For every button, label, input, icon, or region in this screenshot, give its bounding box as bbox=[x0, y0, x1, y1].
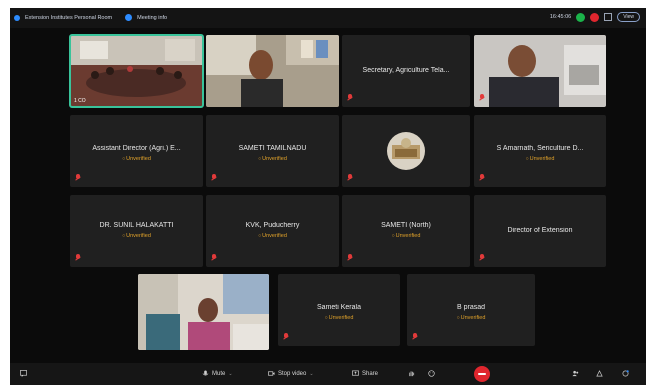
status-red-icon[interactable] bbox=[590, 12, 600, 22]
top-right-controls: 16:45:06 View bbox=[550, 12, 640, 22]
mute-button[interactable]: Mute ⌄ bbox=[202, 370, 233, 377]
participant-name: Secretary, Agriculture Tela... bbox=[362, 67, 450, 74]
participant-name: Assistant Director (Agri.) E... bbox=[92, 145, 181, 152]
participant-tile-5[interactable]: Assistant Director (Agri.) E... Unverifi… bbox=[70, 115, 203, 187]
tile-caption: 1 CO bbox=[74, 98, 86, 104]
meeting-toolbar: Mute ⌄ Stop video ⌄ Share bbox=[10, 363, 646, 385]
participant-tile-11[interactable]: SAMETI (North) Unverified bbox=[342, 195, 470, 267]
end-call-button[interactable] bbox=[474, 366, 490, 382]
participant-name: SAMETI (North) bbox=[381, 222, 431, 229]
apps-icon bbox=[596, 370, 603, 377]
muted-mic-icon bbox=[480, 94, 485, 101]
muted-mic-icon bbox=[480, 174, 485, 181]
muted-mic-icon bbox=[480, 254, 485, 261]
participant-tile-2[interactable] bbox=[206, 35, 339, 107]
participant-tile-14[interactable]: Sameti Kerala Unverified bbox=[278, 274, 400, 346]
participant-tile-4[interactable] bbox=[474, 35, 606, 107]
avatar bbox=[387, 132, 425, 170]
share-label: Share bbox=[362, 370, 379, 377]
muted-mic-icon bbox=[284, 333, 289, 340]
participant-name: Sameti Kerala bbox=[317, 304, 361, 311]
muted-mic-icon bbox=[413, 333, 418, 340]
participants-button[interactable] bbox=[572, 370, 579, 377]
video-feed-person bbox=[206, 35, 339, 107]
muted-mic-icon bbox=[76, 174, 81, 181]
meeting-time: 16:45:06 bbox=[549, 14, 572, 20]
chat-icon bbox=[20, 370, 27, 377]
verification-status: Unverified bbox=[206, 156, 339, 162]
stop-video-label: Stop video bbox=[278, 370, 307, 377]
more-button[interactable] bbox=[622, 370, 629, 377]
participant-tile-8[interactable]: S Amarnath, Sericulture D... Unverified bbox=[474, 115, 606, 187]
verification-status: Unverified bbox=[206, 233, 339, 239]
raise-hand-button[interactable] bbox=[408, 370, 415, 377]
muted-mic-icon bbox=[76, 254, 81, 261]
participant-name: KVK, Puducherry bbox=[245, 222, 300, 229]
video-feed-conference-room bbox=[70, 35, 203, 107]
participant-tile-7[interactable] bbox=[342, 115, 470, 187]
status-green-icon[interactable] bbox=[576, 12, 586, 22]
reaction-icon bbox=[428, 370, 435, 377]
participant-tile-15[interactable]: B prasad Unverified bbox=[407, 274, 535, 346]
muted-mic-icon bbox=[348, 174, 353, 181]
participant-name: Director of Extension bbox=[507, 227, 573, 234]
participants-icon bbox=[572, 370, 579, 377]
participant-name: S Amarnath, Sericulture D... bbox=[496, 145, 584, 152]
muted-mic-icon bbox=[212, 174, 217, 181]
video-feed-person bbox=[138, 274, 269, 350]
chevron-down-icon[interactable]: ⌄ bbox=[228, 371, 232, 377]
participant-name: DR. SUNIL HALAKATTI bbox=[99, 222, 174, 229]
muted-mic-icon bbox=[348, 254, 353, 261]
participant-tile-12[interactable]: Director of Extension bbox=[474, 195, 606, 267]
verification-status: Unverified bbox=[407, 315, 535, 321]
participant-tile-10[interactable]: KVK, Puducherry Unverified bbox=[206, 195, 339, 267]
chat-button[interactable] bbox=[20, 370, 27, 377]
top-bar: Extension Institutes Personal Room Meeti… bbox=[10, 8, 646, 28]
participant-name: B prasad bbox=[456, 304, 486, 311]
grid-icon[interactable] bbox=[604, 13, 613, 21]
participant-tile-6[interactable]: SAMETI TAMILNADU Unverified bbox=[206, 115, 339, 187]
participant-tile-3[interactable]: Secretary, Agriculture Tela... bbox=[342, 35, 470, 107]
shield-icon[interactable] bbox=[125, 14, 133, 21]
participant-name: SAMETI TAMILNADU bbox=[238, 145, 307, 152]
app-logo-icon bbox=[14, 14, 20, 21]
verification-status: Unverified bbox=[70, 233, 203, 239]
reactions-button[interactable] bbox=[428, 370, 435, 377]
verification-status: Unverified bbox=[474, 156, 606, 162]
more-icon bbox=[622, 370, 629, 377]
meeting-window: Extension Institutes Personal Room Meeti… bbox=[10, 8, 646, 385]
mic-icon bbox=[202, 370, 209, 376]
stop-video-button[interactable]: Stop video ⌄ bbox=[268, 370, 314, 377]
video-feed-person bbox=[474, 35, 606, 107]
verification-status: Unverified bbox=[342, 233, 470, 239]
title-area: Extension Institutes Personal Room Meeti… bbox=[14, 14, 167, 21]
muted-mic-icon bbox=[348, 94, 353, 101]
participant-tile-13[interactable] bbox=[138, 274, 269, 350]
participant-tile-1[interactable]: 1 CO bbox=[69, 34, 204, 108]
verification-status: Unverified bbox=[278, 315, 400, 321]
participant-tile-9[interactable]: DR. SUNIL HALAKATTI Unverified bbox=[70, 195, 203, 267]
share-icon bbox=[352, 370, 359, 376]
verification-status: Unverified bbox=[70, 156, 203, 162]
muted-mic-icon bbox=[212, 254, 217, 261]
camera-icon bbox=[268, 371, 275, 376]
view-button[interactable]: View bbox=[617, 12, 640, 22]
mute-label: Mute bbox=[212, 370, 226, 377]
chevron-down-icon[interactable]: ⌄ bbox=[309, 371, 313, 377]
meeting-info-link[interactable]: Meeting info bbox=[137, 15, 167, 21]
share-button[interactable]: Share bbox=[352, 370, 378, 377]
apps-button[interactable] bbox=[596, 370, 603, 377]
hand-icon bbox=[409, 371, 415, 377]
meeting-title: Extension Institutes Personal Room bbox=[25, 14, 113, 21]
